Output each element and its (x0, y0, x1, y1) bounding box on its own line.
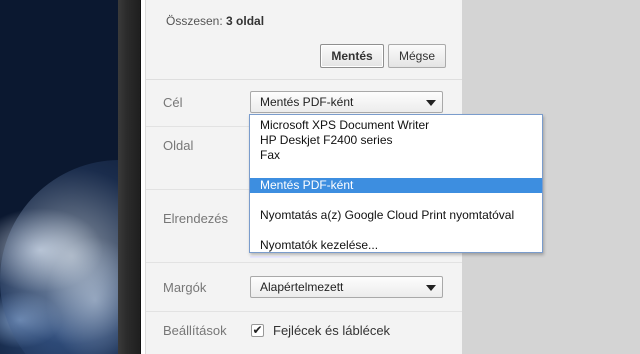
print-header: Összesen: 3 oldal Mentés Mégse (146, 0, 462, 80)
destination-label: Cél (163, 95, 183, 110)
margins-label: Margók (163, 280, 207, 295)
layout-control-hint (250, 256, 290, 258)
total-value: 3 oldal (226, 14, 265, 28)
margins-value: Alapértelmezett (260, 280, 344, 294)
cancel-button[interactable]: Mégse (388, 44, 446, 68)
destination-value: Mentés PDF-ként (260, 95, 354, 109)
total-label: Összesen: (166, 14, 223, 28)
desktop-wallpaper (0, 0, 118, 354)
save-button[interactable]: Mentés (320, 44, 384, 68)
checkmark-icon: ✔ (252, 323, 263, 337)
option-hp-deskjet[interactable]: HP Deskjet F2400 series (250, 133, 542, 148)
window-edge (118, 0, 141, 354)
chevron-down-icon (426, 100, 436, 106)
page-count: Összesen: 3 oldal (166, 14, 264, 28)
headers-footers-label: Fejlécek és láblécek (273, 323, 391, 338)
options-label: Beállítások (163, 323, 227, 338)
option-xps-writer[interactable]: Microsoft XPS Document Writer (250, 118, 542, 133)
chevron-down-icon (426, 285, 436, 291)
option-manage-printers[interactable]: Nyomtatók kezelése... (250, 238, 542, 253)
option-fax[interactable]: Fax (250, 148, 542, 163)
pages-label: Oldal (163, 138, 194, 153)
margins-row: Margók Alapértelmezett (146, 263, 462, 312)
option-save-as-pdf[interactable]: Mentés PDF-ként (250, 178, 542, 193)
destination-dropdown-list: Microsoft XPS Document Writer HP Deskjet… (249, 114, 543, 253)
margins-select[interactable]: Alapértelmezett (250, 276, 443, 298)
headers-footers-checkbox[interactable]: ✔ (251, 324, 264, 337)
option-google-cloud-print[interactable]: Nyomtatás a(z) Google Cloud Print nyomta… (250, 208, 542, 223)
destination-select[interactable]: Mentés PDF-ként (250, 91, 443, 113)
layout-label: Elrendezés (163, 211, 229, 226)
